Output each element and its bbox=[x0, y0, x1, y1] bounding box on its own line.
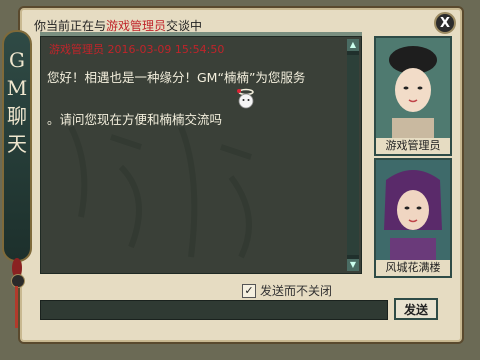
tassel-string bbox=[15, 286, 18, 328]
message-input[interactable] bbox=[40, 300, 388, 320]
message-line: 。请问您现在方便和楠楠交流吗 bbox=[47, 112, 223, 127]
keep-open-checkbox[interactable]: ✓ bbox=[242, 283, 256, 298]
calligraphy-background bbox=[51, 107, 301, 267]
chat-scrollbar[interactable]: ▲ ▼ bbox=[347, 39, 359, 271]
message-line: 您好！相遇也是一种缘分！GM“楠楠”为您服务 bbox=[47, 70, 306, 85]
banner-char: M bbox=[6, 76, 28, 100]
title-highlight: 游戏管理员 bbox=[106, 18, 167, 33]
player-avatar-illustration bbox=[376, 160, 450, 260]
scroll-down-icon[interactable]: ▼ bbox=[347, 259, 359, 271]
message-header: 游戏管理员 2016-03-09 15:54:50 bbox=[49, 43, 225, 56]
gm-avatar bbox=[376, 38, 450, 138]
banner-char: G bbox=[9, 48, 25, 72]
portrait-player: 风城花满楼 bbox=[374, 158, 452, 278]
mascot-emoticon-icon bbox=[237, 88, 254, 109]
gm-avatar-illustration bbox=[376, 38, 450, 138]
send-label: 发送 bbox=[403, 302, 428, 317]
keep-open-option[interactable]: ✓ 发送而不关闭 bbox=[242, 282, 332, 299]
close-icon: X bbox=[439, 15, 451, 31]
keep-open-label: 发送而不关闭 bbox=[260, 284, 333, 298]
title-suffix: 交谈中 bbox=[166, 18, 203, 33]
title-prefix: 你当前正在与 bbox=[34, 18, 107, 33]
banner-char: 天 bbox=[7, 132, 27, 156]
banner-char: 聊 bbox=[7, 104, 27, 128]
gm-chat-banner: G M 聊 天 bbox=[2, 30, 32, 262]
portrait-gm: 游戏管理员 bbox=[374, 36, 452, 156]
close-button[interactable]: X bbox=[434, 12, 456, 34]
portrait-name: 游戏管理员 bbox=[376, 138, 450, 154]
scroll-track[interactable] bbox=[347, 55, 359, 255]
send-button[interactable]: 发送 bbox=[394, 298, 438, 320]
scroll-up-icon[interactable]: ▲ bbox=[347, 39, 359, 51]
chat-log[interactable]: 游戏管理员 2016-03-09 15:54:50 您好！相遇也是一种缘分！GM… bbox=[40, 36, 362, 274]
tassel-bead bbox=[11, 274, 25, 288]
player-avatar bbox=[376, 160, 450, 260]
calligraphy-texture bbox=[68, 125, 252, 259]
portrait-name: 风城花满楼 bbox=[376, 260, 450, 276]
